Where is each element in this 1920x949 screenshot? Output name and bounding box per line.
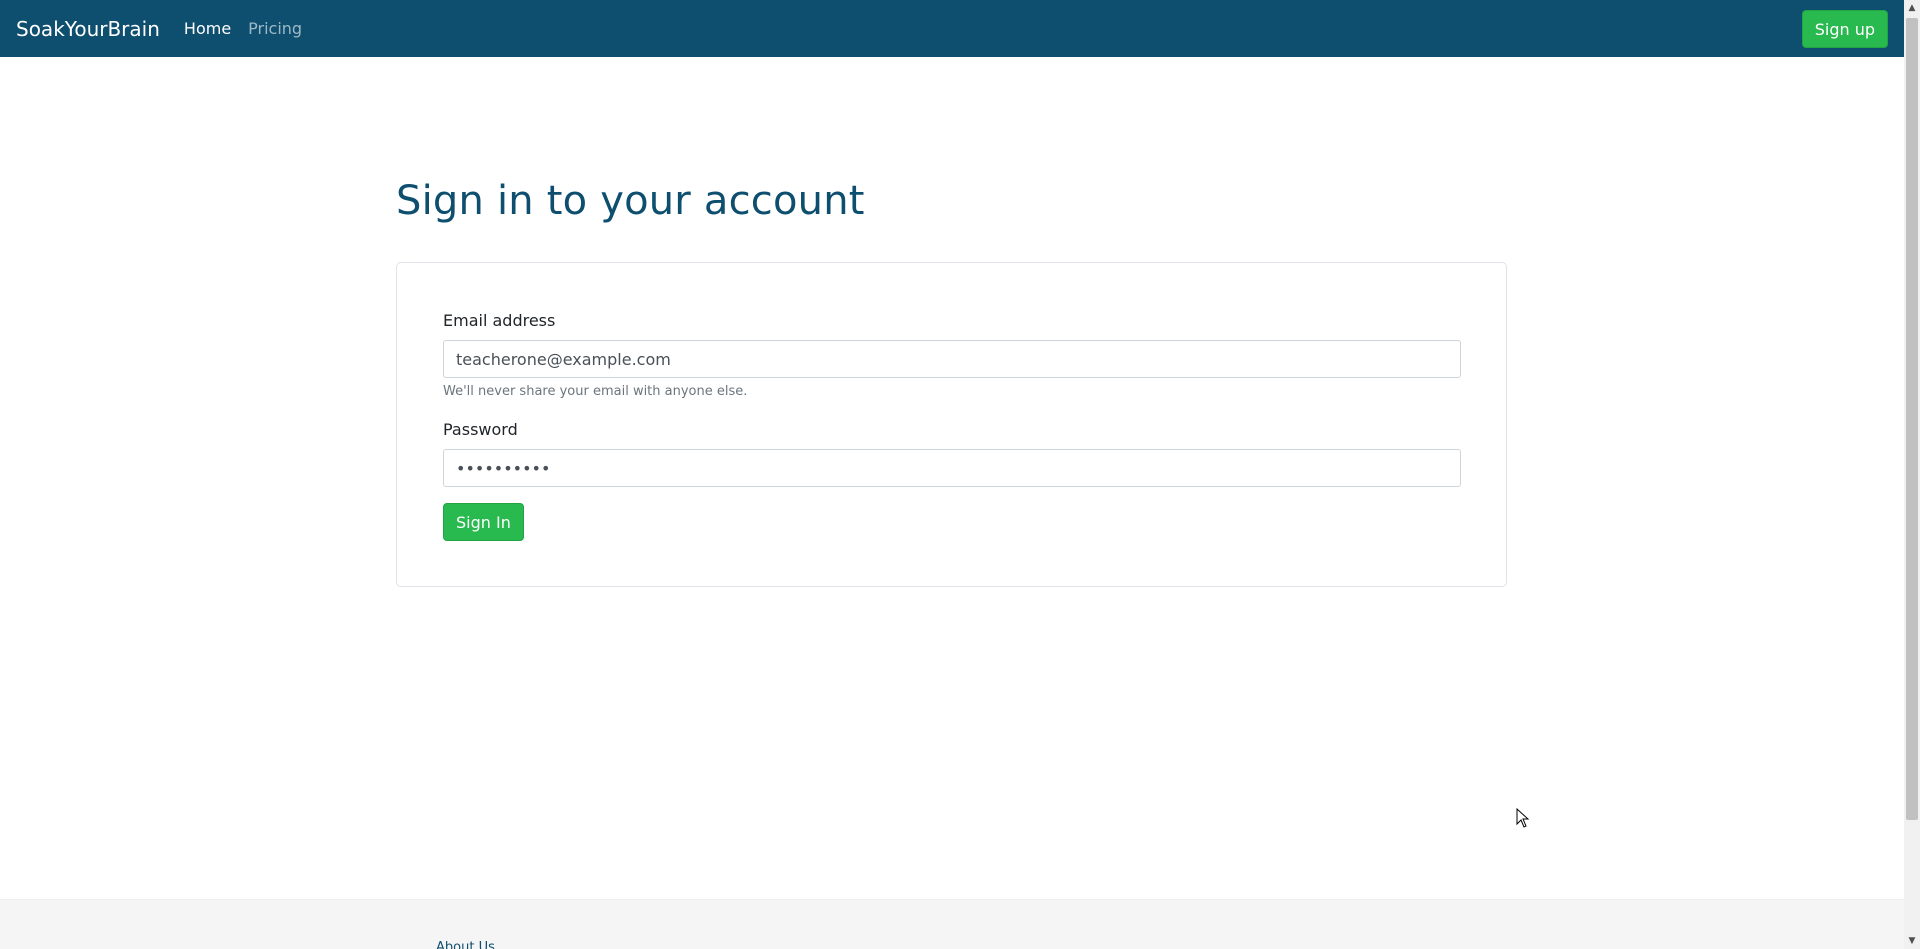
chevron-down-icon[interactable]: ▼	[1904, 933, 1920, 949]
mouse-pointer-icon	[1516, 808, 1530, 828]
sign-in-button[interactable]: Sign In	[443, 503, 524, 541]
sign-in-card: Email address We'll never share your ema…	[396, 262, 1507, 587]
nav-link-home[interactable]: Home	[184, 19, 231, 38]
footer: About Us	[0, 899, 1904, 949]
nav-link-pricing[interactable]: Pricing	[248, 19, 302, 38]
footer-link-about-us[interactable]: About Us	[436, 940, 495, 949]
brand-link[interactable]: SoakYourBrain	[16, 17, 160, 41]
viewport: SoakYourBrain Home Pricing Sign up Sign …	[0, 0, 1904, 949]
email-input[interactable]	[443, 340, 1461, 378]
email-help-text: We'll never share your email with anyone…	[443, 384, 748, 399]
chevron-up-icon[interactable]: ▲	[1904, 0, 1920, 16]
navbar: SoakYourBrain Home Pricing Sign up	[0, 0, 1904, 57]
email-label: Email address	[443, 311, 556, 330]
scrollbar-thumb[interactable]	[1906, 18, 1918, 820]
sign-up-button[interactable]: Sign up	[1801, 10, 1888, 48]
vertical-scrollbar[interactable]: ▲ ▼	[1904, 0, 1920, 949]
password-input[interactable]	[443, 449, 1461, 487]
page-title: Sign in to your account	[396, 178, 865, 224]
password-label: Password	[443, 420, 518, 439]
